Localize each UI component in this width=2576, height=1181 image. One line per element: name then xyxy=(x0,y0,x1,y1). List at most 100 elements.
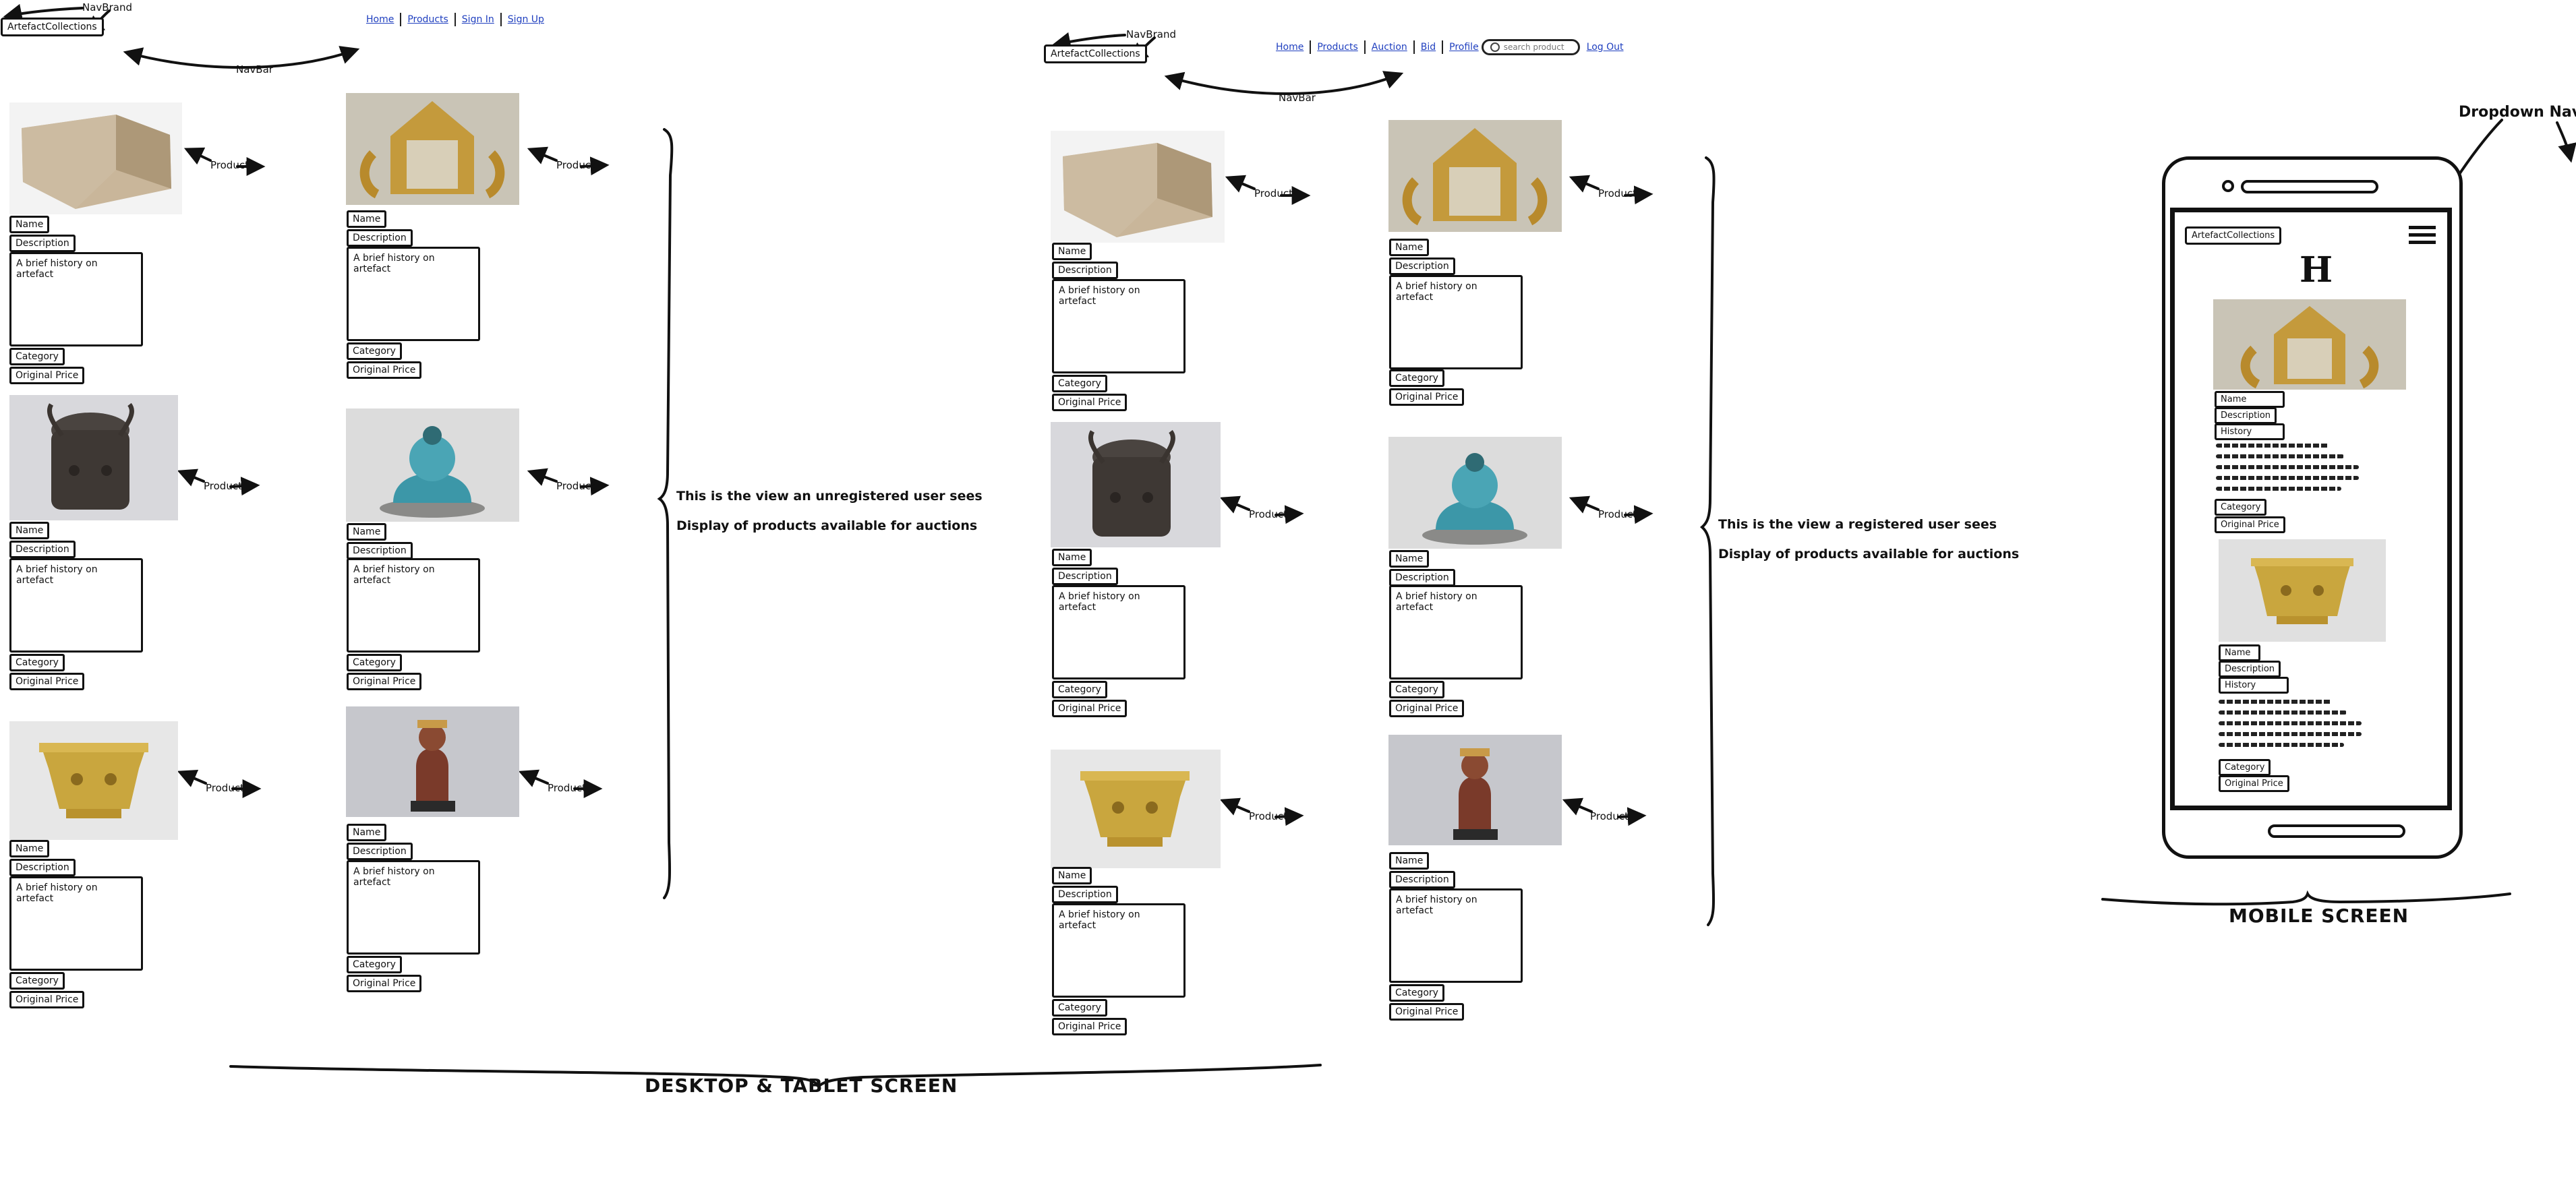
nav-link-home[interactable]: Home xyxy=(1276,42,1304,53)
desktop-screen-label: DESKTOP & TABLET SCREEN xyxy=(645,1074,958,1097)
mobile-name-label: Name xyxy=(2219,644,2260,661)
registered-note-1: This is the view a registered user sees xyxy=(1718,517,1997,532)
mobile-category-label: Category xyxy=(2219,759,2271,776)
card-description-label: Description xyxy=(1052,568,1118,585)
artefact-image-stone-box[interactable] xyxy=(9,102,182,214)
mobile-screen xyxy=(2170,208,2452,810)
registered-note-2: Display of products available for auctio… xyxy=(1718,547,2020,562)
nav-link-sign-in[interactable]: Sign In xyxy=(462,14,494,25)
search-input[interactable]: search product xyxy=(1481,39,1580,55)
card-description-label: Description xyxy=(1389,871,1455,888)
product-annotation: Product xyxy=(204,480,242,492)
nav-link-auction[interactable]: Auction xyxy=(1372,42,1407,53)
dropdown-nav-annotation: Dropdown Nav xyxy=(2459,104,2576,121)
card-price-label: Original Price xyxy=(1052,700,1128,717)
card-description-label: Description xyxy=(1389,569,1455,586)
mobile-heading: H xyxy=(2300,249,2333,291)
navbrand-arrow xyxy=(3,3,84,23)
product-annotation: Product xyxy=(1254,187,1293,200)
card-price-label: Original Price xyxy=(1052,394,1128,411)
product-annotation: Product xyxy=(1249,508,1287,520)
unregistered-note-1: This is the view an unregistered user se… xyxy=(676,489,983,504)
brand-logo[interactable]: ArtefactCollections xyxy=(1044,44,1147,63)
navbar-registered: Home Products Auction Bid Profile search… xyxy=(1276,39,1624,55)
mobile-artefact-image-gold-vessel[interactable] xyxy=(2219,539,2386,642)
mobile-description-label: Description xyxy=(2219,661,2281,677)
card-name-label: Name xyxy=(1389,852,1430,870)
nav-separator xyxy=(1364,40,1366,54)
card-name-label: Name xyxy=(1052,549,1092,566)
product-annotation: Product xyxy=(1598,187,1637,200)
nav-separator xyxy=(1413,40,1415,54)
card-description-label: Description xyxy=(9,541,76,558)
brace xyxy=(657,128,674,899)
mobile-history-label: History xyxy=(2219,677,2289,694)
phone-speaker xyxy=(2241,180,2378,193)
artefact-image-carved-figure[interactable] xyxy=(346,706,519,817)
mobile-description-label: Description xyxy=(2215,407,2277,424)
artefact-image-bronze-head[interactable] xyxy=(1051,422,1221,547)
card-category-label: Category xyxy=(1389,369,1444,387)
artefact-image-turquoise-buddha[interactable] xyxy=(1388,437,1562,549)
card-price-label: Original Price xyxy=(9,367,85,384)
card-description-label: Description xyxy=(347,843,413,860)
card-history-box: A brief history on artefact xyxy=(1052,903,1185,998)
scribble-text-line xyxy=(2219,700,2332,704)
nav-link-bid[interactable]: Bid xyxy=(1421,42,1436,53)
navbar-unregistered: Home Products Sign In Sign Up xyxy=(366,13,544,26)
mobile-brand-logo[interactable]: ArtefactCollections xyxy=(2185,226,2282,245)
nav-link-products[interactable]: Products xyxy=(1317,42,1357,53)
product-annotation: Product xyxy=(210,159,249,171)
product-annotation: Product xyxy=(548,782,586,794)
card-description-label: Description xyxy=(9,859,76,876)
card-description-label: Description xyxy=(1052,262,1118,279)
scribble-text-line xyxy=(2216,454,2344,458)
card-name-label: Name xyxy=(347,210,387,228)
product-arrow xyxy=(1569,495,1600,514)
artefact-image-gold-vessel[interactable] xyxy=(9,721,178,840)
product-annotation: Product xyxy=(556,480,595,492)
artefact-image-stone-box[interactable] xyxy=(1051,131,1225,243)
scribble-text-line xyxy=(2216,465,2359,469)
artefact-image-bronze-head[interactable] xyxy=(9,395,178,520)
scribble-text-line xyxy=(2219,710,2347,715)
search-icon xyxy=(1490,42,1500,52)
brand-logo[interactable]: ArtefactCollections xyxy=(1,18,104,36)
card-history-box: A brief history on artefact xyxy=(1389,585,1523,679)
search-placeholder: search product xyxy=(1503,42,1564,52)
nav-link-profile[interactable]: Profile xyxy=(1449,42,1479,53)
nav-link-home[interactable]: Home xyxy=(366,14,394,25)
card-category-label: Category xyxy=(1052,375,1107,392)
card-history-box: A brief history on artefact xyxy=(9,558,143,653)
artefact-image-carved-figure[interactable] xyxy=(1388,735,1562,845)
brace xyxy=(1699,156,1716,926)
scribble-text-line xyxy=(2216,444,2329,448)
card-price-label: Original Price xyxy=(347,673,422,690)
nav-link-sign-up[interactable]: Sign Up xyxy=(508,14,544,25)
nav-separator xyxy=(1310,40,1312,54)
card-history-box: A brief history on artefact xyxy=(347,558,480,653)
product-arrow xyxy=(177,468,205,487)
navbrand-annotation: NavBrand xyxy=(1126,28,1176,40)
artefact-image-golden-frame[interactable] xyxy=(346,93,519,205)
scribble-text-line xyxy=(2216,487,2341,491)
card-category-label: Category xyxy=(1389,984,1444,1002)
artefact-image-golden-frame[interactable] xyxy=(1388,120,1562,232)
product-annotation: Product xyxy=(1590,810,1629,822)
nav-link-products[interactable]: Products xyxy=(407,14,448,25)
nav-link-log-out[interactable]: Log Out xyxy=(1587,42,1624,53)
unregistered-note-2: Display of products available for auctio… xyxy=(676,518,978,533)
scribble-text-line xyxy=(2216,476,2359,480)
product-arrow xyxy=(527,468,558,486)
card-price-label: Original Price xyxy=(1389,700,1465,717)
navbar-annotation: NavBar xyxy=(236,63,273,75)
artefact-image-gold-vessel[interactable] xyxy=(1051,750,1221,868)
product-arrow xyxy=(1569,175,1600,193)
artefact-image-turquoise-buddha[interactable] xyxy=(346,408,519,522)
product-annotation: Product xyxy=(1598,508,1637,520)
mobile-artefact-image-golden-frame[interactable] xyxy=(2213,299,2406,390)
card-category-label: Category xyxy=(347,956,402,973)
card-category-label: Category xyxy=(347,654,402,671)
card-category-label: Category xyxy=(9,972,65,990)
hamburger-menu-icon[interactable] xyxy=(2409,224,2436,247)
